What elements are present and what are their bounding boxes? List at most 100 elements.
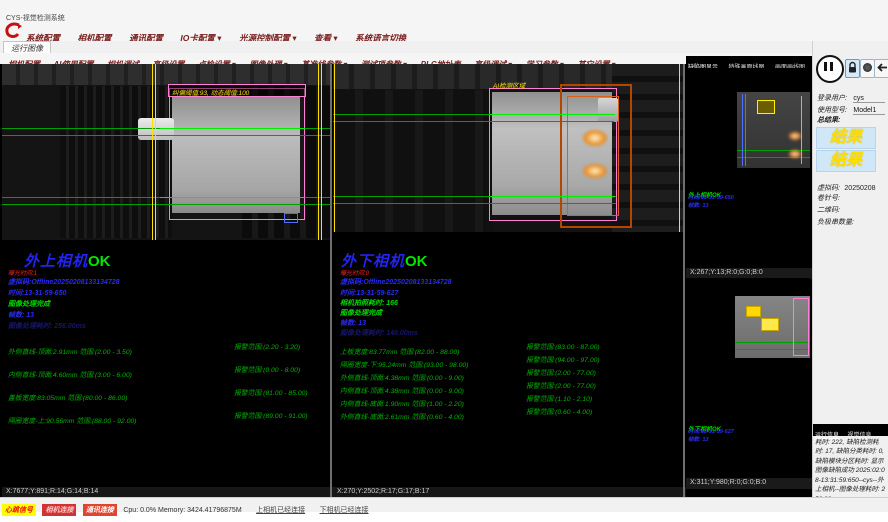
qr-code-label: 二维码:	[817, 205, 840, 215]
weld-glow	[583, 130, 607, 146]
time-line: 时间:13-31-59-650	[688, 193, 734, 201]
preview-column: 缺陷图显示 特殊画面线图 画面画线图 外上相机OK 时间:13-31-59-65…	[686, 56, 810, 497]
highlight-box-yellow	[746, 306, 761, 317]
lock-button[interactable]	[845, 59, 860, 78]
frame-count-line: 帧数: 13	[688, 201, 708, 209]
panel-divider	[683, 64, 685, 497]
exposure-note: 曝光时间:1	[8, 268, 37, 277]
heartbeat-badge: 心跳信号	[2, 504, 36, 516]
result-badge-2: 结果	[816, 150, 876, 172]
menu-bar: 系统配置 相机配置 通讯配置 IO卡配置 ▾ 光源控制配置 ▾ 查看 ▾ 系统语…	[0, 24, 888, 41]
guide-line-yellow	[679, 64, 680, 232]
preview-image-bottom[interactable]: 外下相机OK 时间:13-31-59-627 帧数: 13	[686, 278, 810, 478]
run-info-text: 耗时: 222, 缺陷检测耗时: 17, 缺陷分类耗时: 0, 缺陷模块分区耗时…	[815, 438, 886, 504]
title-bar: CYS-视觉检测系统	[0, 0, 888, 25]
weld-glow	[789, 132, 801, 140]
time-line: 时间:13-31-59-627	[688, 427, 734, 435]
exposure-note: 曝光时间:0	[340, 268, 369, 277]
alarm-range-text: 报警范围:(94.00 - 97.00)	[526, 354, 600, 364]
measurement-text: 外侧直线-底面:2.61mm 范围:(0.60 - 4.00)	[340, 414, 464, 421]
roi-outline-pink	[169, 88, 305, 220]
baseline-bright	[490, 196, 615, 197]
app-logo-icon	[4, 21, 23, 40]
panel-divider	[330, 64, 332, 497]
weld-glow	[583, 164, 607, 178]
upper-camera-status: 上相机已经连接	[256, 507, 305, 514]
cpu-memory-text: Cpu: 0.0% Memory: 3424.41796875M	[123, 507, 241, 514]
exit-button[interactable]	[874, 59, 888, 78]
baseline-bright	[490, 114, 615, 115]
roi-label-left: 纠偏阈值:93, 动态阈值:100	[172, 87, 249, 97]
alarm-range-text: 报警范围:(0.60 - 4.00)	[526, 406, 592, 416]
alarm-range-text: 报警范围:(0.00 - 8.00)	[234, 364, 300, 374]
connector-part	[138, 118, 174, 140]
guide-line-yellow	[334, 64, 335, 232]
frame-count-line: 帧数: 13	[8, 310, 34, 320]
measurement-row: 内侧直线-顶面:4.60mm 范围:(3.00 - 6.00) 报警范围:(0.…	[8, 364, 328, 382]
lower-camera-status: 下相机已经连接	[320, 507, 369, 514]
camera-panel-left: 纠偏阈值:93, 动态阈值:100 外上相机OK 曝光时间:1 虚拟码:Offl…	[2, 64, 330, 497]
virtual-code-label: 虚拟码:	[817, 185, 840, 192]
model-label: 使用型号:	[817, 107, 847, 114]
measurement-text: 隔圈宽度-上:90.56mm 范围:(88.00 - 92.00)	[8, 418, 136, 425]
alarm-range-text: 报警范围:(89.00 - 91.00)	[234, 410, 308, 420]
alarm-range-text: 报警范围:(1.10 - 2.10)	[526, 393, 592, 403]
preview-photo	[735, 296, 810, 358]
model-value[interactable]: Model1	[853, 107, 885, 115]
highlight-box-yellow	[757, 100, 775, 114]
pin-number-label: 卷针号:	[817, 193, 840, 203]
baseline	[333, 203, 616, 204]
alarm-range-text: 报警范围:(81.00 - 85.00)	[234, 387, 308, 397]
alarm-range-text: 报警范围:(2.20 - 3.20)	[234, 341, 300, 351]
virtual-code-value: 20250208	[844, 185, 875, 192]
negative-count-label: 负极串数量:	[817, 217, 854, 227]
comm-link-badge: 通讯连接	[83, 504, 117, 516]
roi-label-mid: AI检测区域	[493, 80, 525, 90]
roi-outline-pink	[793, 298, 809, 356]
weld-glow	[789, 150, 801, 158]
baseline	[2, 204, 330, 205]
measurement-text: 外侧直线-顶面:2.91mm 范围:(2.00 - 3.50)	[8, 349, 132, 356]
camera-link-badge: 相机连接	[42, 504, 76, 516]
info-tab-bar: 运行信息 视觉信息 缺陷信息	[813, 424, 888, 436]
preview-tab-bar: 缺陷图显示 特殊画面线图 画面画线图	[686, 56, 812, 68]
process-cost-line: 图像处理耗时: 256.00ms	[8, 321, 86, 331]
guide-line-yellow	[152, 64, 153, 240]
power-icon	[863, 63, 872, 72]
shot-cost-line: 相机拍照耗时: 166	[340, 298, 398, 308]
measurement-row: 盖板宽度:83.05mm 范围:(80.00 - 86.00) 报警范围:(81…	[8, 387, 328, 405]
result-badge-1: 结果	[816, 127, 876, 149]
baseline	[333, 121, 614, 122]
frame-count-line: 帧数: 13	[688, 435, 708, 443]
camera-status-ok: OK	[405, 253, 428, 270]
virtual-code-line: 虚拟码:Offline20250208133134728	[8, 277, 120, 287]
status-bar: 心跳信号 相机连接 通讯连接 Cpu: 0.0% Memory: 3424.41…	[0, 497, 888, 512]
app-window: CYS-视觉检测系统 系统配置 相机配置 通讯配置 IO卡配置 ▾ 光源控制配置…	[0, 0, 888, 522]
time-line: 时间:13-31-59-627	[340, 288, 398, 298]
side-panel: 登录用户: cys 使用型号: Model1 总结果: 结果 结果 虚拟码: 2…	[812, 41, 888, 497]
process-cost-line: 图像处理耗时: 140.00ms	[340, 328, 418, 338]
alarm-range-text: 报警范围:(2.00 - 77.00)	[526, 367, 596, 377]
baseline-bright	[160, 128, 305, 129]
exit-arrow-icon	[876, 61, 888, 74]
baseline-bright	[160, 197, 305, 198]
preview-image-top[interactable]: 外上相机OK 时间:13-31-59-650 帧数: 13	[686, 68, 810, 268]
pause-icon	[830, 62, 833, 71]
power-button[interactable]	[860, 59, 875, 78]
roi-outline-pink	[801, 96, 810, 164]
measurement-text: 盖板宽度:83.05mm 范围:(80.00 - 86.00)	[8, 395, 127, 402]
frame-count-line: 帧数: 13	[340, 318, 366, 328]
preview-photo	[737, 92, 810, 168]
highlight-box-yellow	[761, 318, 779, 331]
measurement-row: 隔圈宽度-上:90.56mm 范围:(88.00 - 92.00) 报警范围:(…	[8, 410, 328, 428]
machine-bed	[333, 90, 493, 232]
baseline	[2, 135, 330, 136]
camera-image-mid[interactable]: AI检测区域	[333, 64, 683, 232]
lock-icon	[847, 61, 858, 74]
pause-button[interactable]	[816, 55, 844, 83]
camera-image-left[interactable]: 纠偏阈值:93, 动态阈值:100	[2, 64, 330, 240]
roi-outline-blue	[284, 213, 298, 223]
camera-panel-mid: AI检测区域 外下相机OK 曝光时间:0 虚拟码:Offline20250208…	[333, 64, 683, 497]
process-done-line: 图像处理完成	[340, 308, 382, 318]
roi-label-box: 纠偏阈值:93, 动态阈值:100	[168, 84, 306, 97]
